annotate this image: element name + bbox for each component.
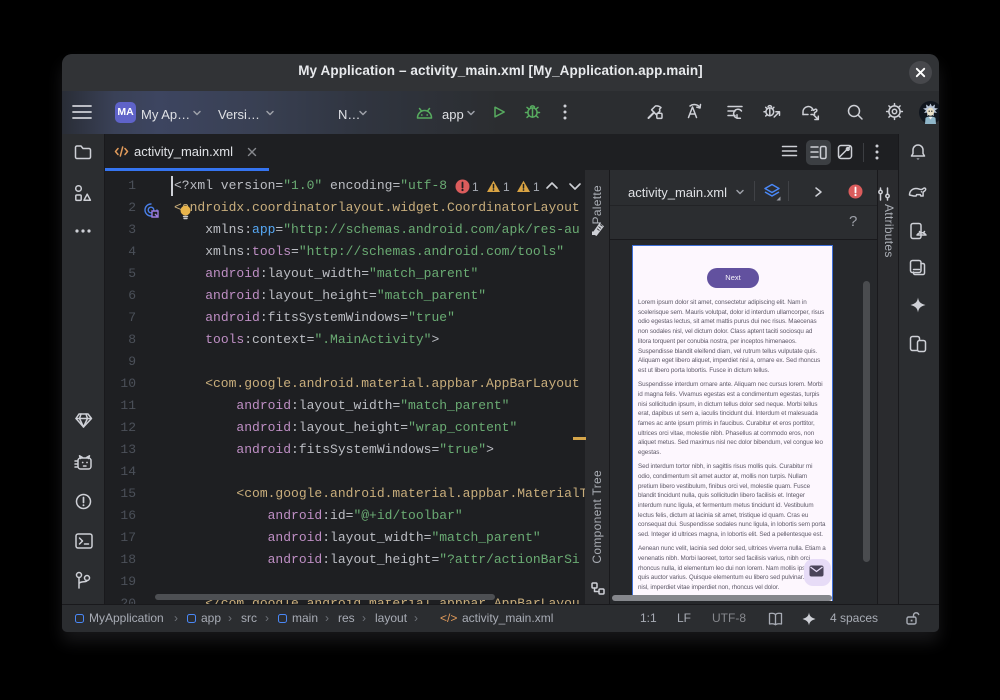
svg-text:1: 1 — [533, 180, 540, 194]
svg-text:1: 1 — [472, 180, 479, 194]
svg-text:1: 1 — [503, 180, 510, 194]
